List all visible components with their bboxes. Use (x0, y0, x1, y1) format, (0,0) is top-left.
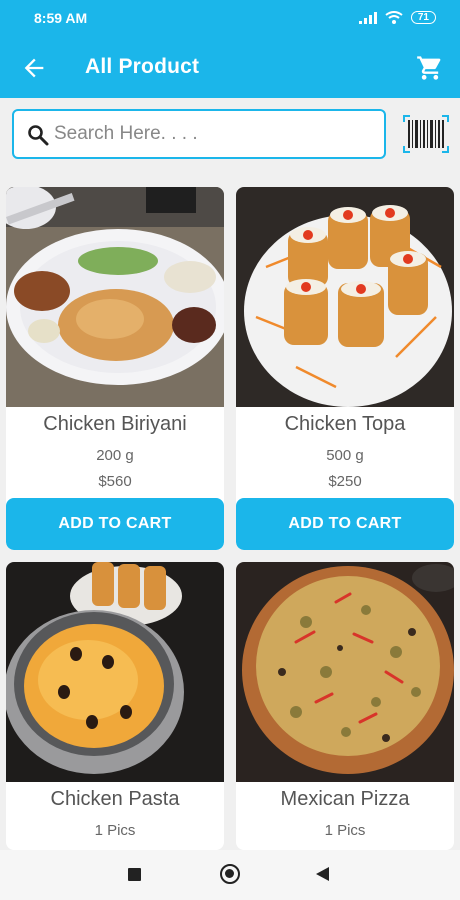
product-price: $250 (328, 473, 362, 490)
product-image (236, 187, 454, 407)
product-card[interactable]: Chicken Biriyani 200 g $560 ADD TO CART (6, 187, 224, 550)
recents-icon[interactable] (128, 868, 141, 881)
product-name: Chicken Biriyani (43, 413, 187, 435)
product-card[interactable]: Chicken Pasta 1 Pics (6, 562, 224, 850)
product-quantity: 500 g (326, 447, 364, 464)
product-card[interactable]: Mexican Pizza 1 Pics (236, 562, 454, 850)
app-bar: All Product (0, 38, 460, 98)
wifi-icon (385, 11, 403, 24)
product-quantity: 1 Pics (94, 822, 136, 839)
product-image (6, 187, 224, 407)
product-price: $560 (98, 473, 132, 490)
navigation-bar (0, 850, 460, 900)
product-name: Chicken Topa (284, 413, 406, 435)
product-quantity: 200 g (96, 447, 134, 464)
product-card[interactable]: Chicken Topa 500 g $250 ADD TO CART (236, 187, 454, 550)
status-bar: 8:59 AM 71 (0, 0, 460, 38)
product-quantity: 1 Pics (324, 822, 366, 839)
product-image (6, 562, 224, 782)
product-name: Chicken Pasta (50, 788, 180, 810)
search-bar[interactable] (12, 109, 386, 159)
product-name: Mexican Pizza (280, 788, 410, 810)
search-input[interactable] (54, 119, 374, 149)
search-icon (28, 125, 49, 146)
cart-icon[interactable] (416, 54, 444, 82)
home-icon[interactable] (220, 864, 240, 884)
add-to-cart-button[interactable]: ADD TO CART (236, 498, 454, 550)
barcode-icon[interactable] (402, 114, 450, 154)
status-time: 8:59 AM (34, 10, 88, 26)
product-image (236, 562, 454, 782)
back-arrow-icon[interactable] (20, 54, 48, 82)
back-icon[interactable] (316, 867, 329, 881)
signal-icon (358, 11, 377, 24)
battery-icon: 71 (410, 11, 436, 24)
page-title: All Product (85, 55, 200, 78)
add-to-cart-button[interactable]: ADD TO CART (6, 498, 224, 550)
